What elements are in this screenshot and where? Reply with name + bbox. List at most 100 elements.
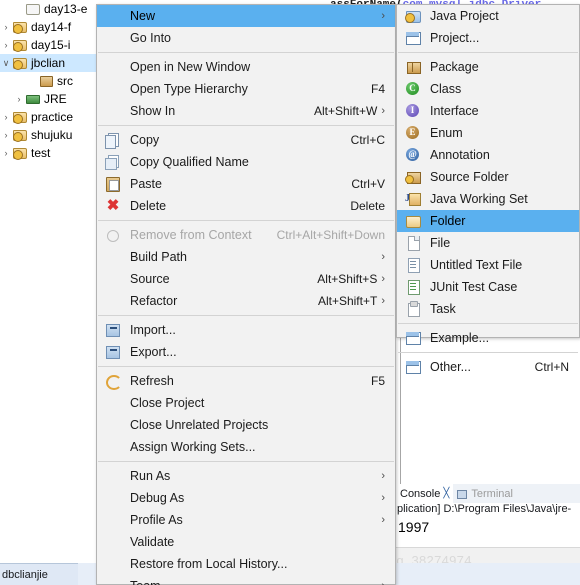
menu-item-package[interactable]: Package (397, 56, 579, 78)
tree-item-day15-i[interactable]: › day15-i (0, 36, 96, 54)
menu-item-class[interactable]: C Class (397, 78, 579, 100)
menu-item-delete[interactable]: ✖ Delete Delete (97, 195, 395, 217)
menu-item-refresh[interactable]: Refresh F5 (97, 370, 395, 392)
menu-item-debug-as[interactable]: Debug As › (97, 487, 395, 509)
menu-item-import[interactable]: Import... (97, 319, 395, 341)
menu-item-new[interactable]: New › (97, 5, 395, 27)
twisty-icon[interactable]: › (0, 108, 12, 126)
menu-item-untitled-text-file[interactable]: Untitled Text File (397, 254, 579, 276)
twisty-icon[interactable]: › (0, 36, 12, 54)
twisty-icon[interactable]: › (0, 144, 12, 162)
menu-item-label: Java Working Set (430, 192, 528, 206)
menu-separator (98, 125, 394, 126)
menu-accelerator: Alt+Shift+S (317, 272, 378, 286)
tree-item-practice[interactable]: › practice (0, 108, 96, 126)
menu-item-label: Run As (130, 469, 171, 483)
menu-item-copy[interactable]: Copy Ctrl+C (97, 129, 395, 151)
class-icon: C (405, 81, 421, 97)
menu-item-export[interactable]: Export... (97, 341, 395, 363)
menu-accelerator: Delete (350, 199, 385, 213)
tree-item-label: practice (31, 110, 74, 124)
menu-item-label: JUnit Test Case (430, 280, 518, 294)
import-icon (105, 322, 121, 338)
package-explorer[interactable]: day13-e › day14-f › day15-i ∨ jbclian src › JRE › p… (0, 0, 96, 563)
twisty-icon[interactable]: › (0, 18, 12, 36)
menu-item-validate[interactable]: Validate (97, 531, 395, 553)
menu-item-show-in[interactable]: Show In Alt+Shift+W › (97, 100, 395, 122)
chevron-right-icon: › (381, 104, 385, 117)
terminal-icon (457, 489, 468, 499)
menu-separator (398, 352, 578, 353)
tree-item-day13-e[interactable]: day13-e (0, 0, 96, 18)
java-project-icon (405, 8, 421, 24)
tree-item-label: day14-f (31, 20, 72, 34)
menu-separator (98, 315, 394, 316)
chevron-right-icon: › (381, 469, 385, 482)
menu-item-java-project[interactable]: Java Project (397, 5, 579, 27)
close-icon[interactable]: ╳ (443, 488, 449, 499)
menu-item-interface[interactable]: I Interface (397, 100, 579, 122)
menu-item-go-into[interactable]: Go Into (97, 27, 395, 49)
tree-item-jre[interactable]: › JRE (0, 90, 96, 108)
menu-item-remove-from-context[interactable]: Remove from Context Ctrl+Alt+Shift+Down (97, 224, 395, 246)
menu-item-file[interactable]: File (397, 232, 579, 254)
menu-item-source-folder[interactable]: Source Folder (397, 166, 579, 188)
menu-item-java-working-set[interactable]: Java Working Set (397, 188, 579, 210)
tree-item-src[interactable]: src (0, 72, 96, 90)
menu-item-task[interactable]: Task (397, 298, 579, 320)
java-project-icon (12, 19, 29, 35)
other-icon (405, 359, 421, 375)
menu-item-label: Close Unrelated Projects (130, 418, 269, 432)
menu-item-restore-from-local-history[interactable]: Restore from Local History... (97, 553, 395, 575)
folder-icon (405, 213, 421, 229)
new-submenu[interactable]: Java Project Project... Package C Class I Inte… (396, 4, 580, 374)
project-context-menu[interactable]: New › Go Into Open in New Window Open Type H… (96, 4, 396, 585)
menu-item-source[interactable]: Source Alt+Shift+S › (97, 268, 395, 290)
menu-item-other[interactable]: Other... Ctrl+N (397, 356, 579, 378)
chevron-right-icon: › (381, 272, 385, 285)
menu-item-build-path[interactable]: Build Path › (97, 246, 395, 268)
menu-item-annotation[interactable]: @ Annotation (397, 144, 579, 166)
console-tab-label: Console (400, 487, 441, 500)
menu-item-run-as[interactable]: Run As › (97, 465, 395, 487)
tree-item-test[interactable]: › test (0, 144, 96, 162)
menu-item-enum[interactable]: E Enum (397, 122, 579, 144)
menu-item-label: Refresh (130, 374, 174, 388)
menu-item-open-in-new-window[interactable]: Open in New Window (97, 56, 395, 78)
menu-item-open-type-hierarchy[interactable]: Open Type Hierarchy F4 (97, 78, 395, 100)
copy-icon (105, 132, 121, 149)
menu-item-example[interactable]: Example... (397, 327, 579, 349)
tree-item-jbclian[interactable]: ∨ jbclian (0, 54, 96, 72)
task-icon (405, 301, 421, 317)
menu-item-close-project[interactable]: Close Project (97, 392, 395, 414)
twisty-icon[interactable]: › (13, 90, 25, 108)
twisty-icon[interactable]: › (0, 126, 12, 144)
menu-item-project[interactable]: Project... (397, 27, 579, 49)
menu-item-label: Other... (430, 360, 471, 374)
menu-item-copy-qualified-name[interactable]: Copy Qualified Name (97, 151, 395, 173)
menu-item-assign-working-sets[interactable]: Assign Working Sets... (97, 436, 395, 458)
chevron-right-icon: › (381, 513, 385, 526)
refresh-icon (105, 373, 122, 390)
menu-item-folder[interactable]: Folder (397, 210, 579, 232)
menu-item-refactor[interactable]: Refactor Alt+Shift+T › (97, 290, 395, 312)
tab-terminal[interactable]: Terminal (453, 484, 517, 503)
export-icon (105, 344, 121, 360)
menu-item-close-unrelated-projects[interactable]: Close Unrelated Projects (97, 414, 395, 436)
menu-item-label: Restore from Local History... (130, 557, 288, 571)
menu-accelerator: Ctrl+V (351, 177, 385, 191)
menu-item-team[interactable]: Team › (97, 575, 395, 585)
delete-icon: ✖ (106, 197, 120, 214)
chevron-right-icon: › (381, 9, 385, 22)
view-tab-jdbclianjie[interactable]: dbclianjie (0, 563, 78, 585)
twisty-icon[interactable]: ∨ (0, 54, 12, 72)
java-project-icon (12, 145, 29, 161)
tree-item-day14-f[interactable]: › day14-f (0, 18, 96, 36)
menu-item-junit-test-case[interactable]: JUnit Test Case (397, 276, 579, 298)
tab-console[interactable]: Console ╳ (396, 484, 454, 503)
terminal-tab-label: Terminal (471, 487, 513, 500)
menu-item-paste[interactable]: Paste Ctrl+V (97, 173, 395, 195)
chevron-right-icon: › (381, 580, 385, 585)
tree-item-shujuku[interactable]: › shujuku (0, 126, 96, 144)
menu-item-profile-as[interactable]: Profile As › (97, 509, 395, 531)
